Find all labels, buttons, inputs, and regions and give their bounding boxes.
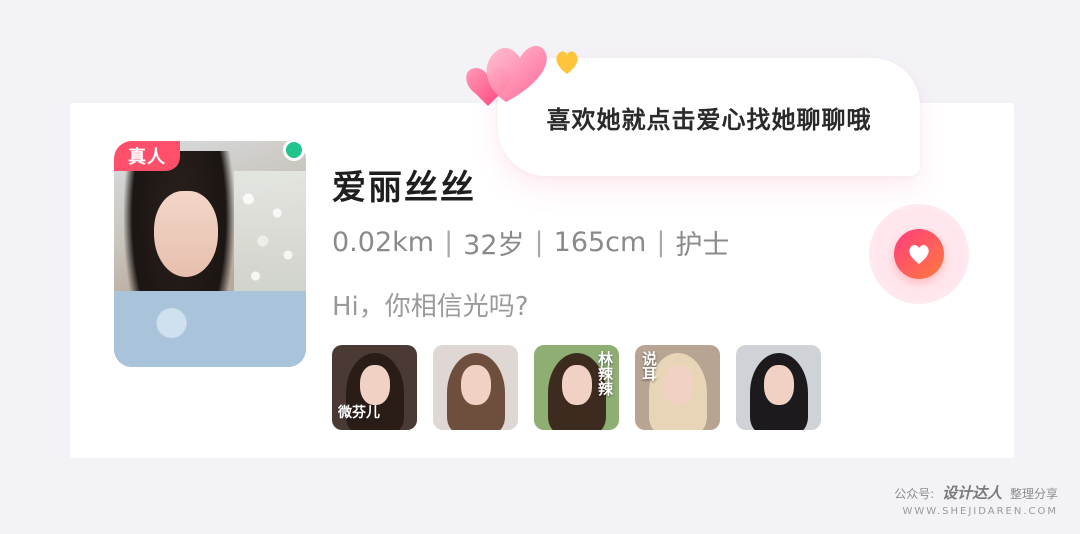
distance: 0.02km: [332, 227, 435, 258]
like-prompt-text: 喜欢她就点击爱心找她聊聊哦: [546, 105, 872, 134]
online-status-dot: [283, 139, 305, 161]
profile-meta: 0.02km | 32岁 | 165cm | 护士: [332, 223, 729, 262]
height: 165cm: [553, 227, 647, 258]
avatar-face: [154, 191, 218, 277]
profile-greeting: Hi，你相信光吗?: [332, 292, 529, 322]
photo-face: [461, 365, 491, 405]
gallery-photo[interactable]: [736, 345, 821, 430]
meta-separator: |: [444, 227, 454, 258]
flowers-decoration: [234, 171, 306, 311]
photo-face: [663, 365, 693, 405]
profile-name: 爱丽丝丝: [332, 168, 476, 208]
small-heart-icon: [556, 51, 578, 74]
heart-icon: [909, 245, 929, 264]
gallery-photo[interactable]: [433, 345, 518, 430]
photo-caption: 林辣辣: [596, 351, 614, 396]
gallery-photo[interactable]: 微芬儿: [332, 345, 417, 430]
meta-separator: |: [534, 227, 544, 258]
verified-badge: 真人: [114, 141, 180, 171]
heart-decoration-icon: [466, 45, 547, 106]
photo-face: [360, 365, 390, 405]
avatar-dress: [114, 291, 306, 367]
photo-gallery: 微芬儿 林辣辣 说耳: [332, 345, 821, 430]
meta-separator: |: [656, 227, 666, 258]
like-button-core[interactable]: [894, 229, 944, 279]
gallery-photo[interactable]: 林辣辣: [534, 345, 619, 430]
watermark: 公众号: 设计达人 整理分享 WWW.SHEJIDAREN.COM: [894, 482, 1058, 517]
photo-caption: 微芬儿: [338, 405, 380, 421]
photo-caption: 说耳: [640, 351, 658, 381]
watermark-url: WWW.SHEJIDAREN.COM: [902, 506, 1058, 517]
age: 32岁: [463, 230, 525, 261]
watermark-line1: 公众号: 设计达人 整理分享: [894, 482, 1058, 503]
gallery-photo[interactable]: 说耳: [635, 345, 720, 430]
occupation: 护士: [675, 230, 730, 261]
photo-face: [562, 365, 592, 405]
watermark-suffix: 整理分享: [1009, 487, 1058, 501]
watermark-prefix: 公众号:: [894, 487, 935, 501]
watermark-brand: 设计达人: [942, 484, 1003, 502]
profile-avatar[interactable]: [114, 141, 306, 367]
like-button[interactable]: [869, 204, 969, 304]
photo-face: [764, 365, 794, 405]
